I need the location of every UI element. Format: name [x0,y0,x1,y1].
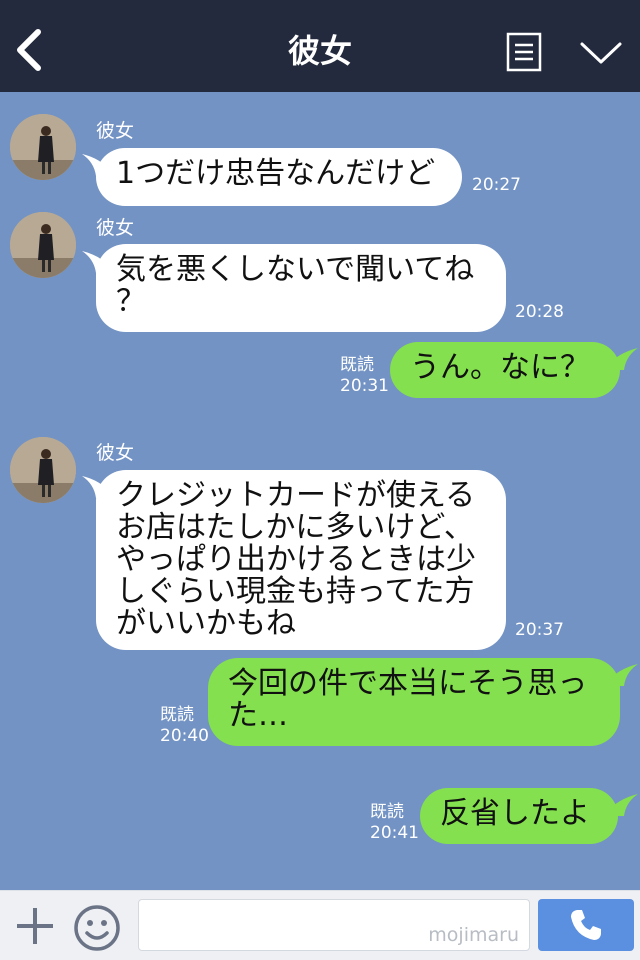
avatar[interactable] [10,437,76,503]
message-time: 20:41 [370,823,419,843]
sender-name: 彼女 [96,442,135,464]
phone-icon [571,910,601,940]
list-menu-icon[interactable] [506,32,542,72]
message-time: 20:40 [160,726,209,746]
chat-header: 彼女 [0,0,640,92]
message-bubble-outgoing[interactable]: うん。なに？ [390,342,620,398]
message-line: しぐらい現金も持ってた方 [116,574,475,609]
message-text: 1つだけ忠告なんだけど [116,156,436,191]
read-receipt: 既読 [370,802,404,822]
message-bubble-outgoing[interactable]: 反省したよ [420,788,618,844]
plus-icon[interactable] [14,905,56,947]
message-bubble-incoming[interactable]: 1つだけ忠告なんだけど [96,148,462,206]
sender-name: 彼女 [96,217,135,239]
message-text: うん。なに？ [410,350,590,385]
message-time: 20:37 [515,620,564,640]
message-time: 20:31 [340,376,389,396]
message-line: クレジットカードが使える [116,478,476,513]
message-line: た… [228,698,288,733]
message-bubble-incoming[interactable]: クレジットカードが使える お店はたしかに多いけど、 やっぱり出かけるときは少 し… [96,470,506,650]
call-button[interactable] [538,899,634,951]
chat-title: 彼女 [287,32,352,70]
message-line: ？ [116,284,146,319]
avatar[interactable] [10,114,76,180]
message-line: お店はたしかに多いけど、 [116,510,474,545]
message-line: やっぱり出かけるときは少 [116,542,476,577]
message-bubble-outgoing[interactable]: 今回の件で本当にそう思っ た… [208,658,620,746]
chevron-down-icon[interactable] [578,38,624,68]
message-input[interactable]: mojimaru [138,899,530,951]
message-line: 今回の件で本当にそう思っ [228,666,588,701]
avatar[interactable] [10,212,76,278]
read-receipt: 既読 [340,355,374,375]
sender-name: 彼女 [96,120,135,142]
message-line: 気を悪くしないで聞いてね [116,252,475,287]
read-receipt: 既読 [160,705,194,725]
watermark-text: mojimaru [428,924,519,946]
message-time: 20:27 [472,175,521,195]
message-text: 反省したよ [440,796,590,831]
message-bubble-incoming[interactable]: 気を悪くしないで聞いてね ？ [96,244,506,332]
composer-bar: mojimaru [0,890,640,960]
message-time: 20:28 [515,302,564,322]
message-line: がいいかもね [116,606,296,641]
message-list[interactable]: 彼女 1つだけ忠告なんだけど 20:27 彼女 気を悪くしないで聞いてね ？ 2… [0,92,640,890]
smiley-icon[interactable] [72,903,122,953]
